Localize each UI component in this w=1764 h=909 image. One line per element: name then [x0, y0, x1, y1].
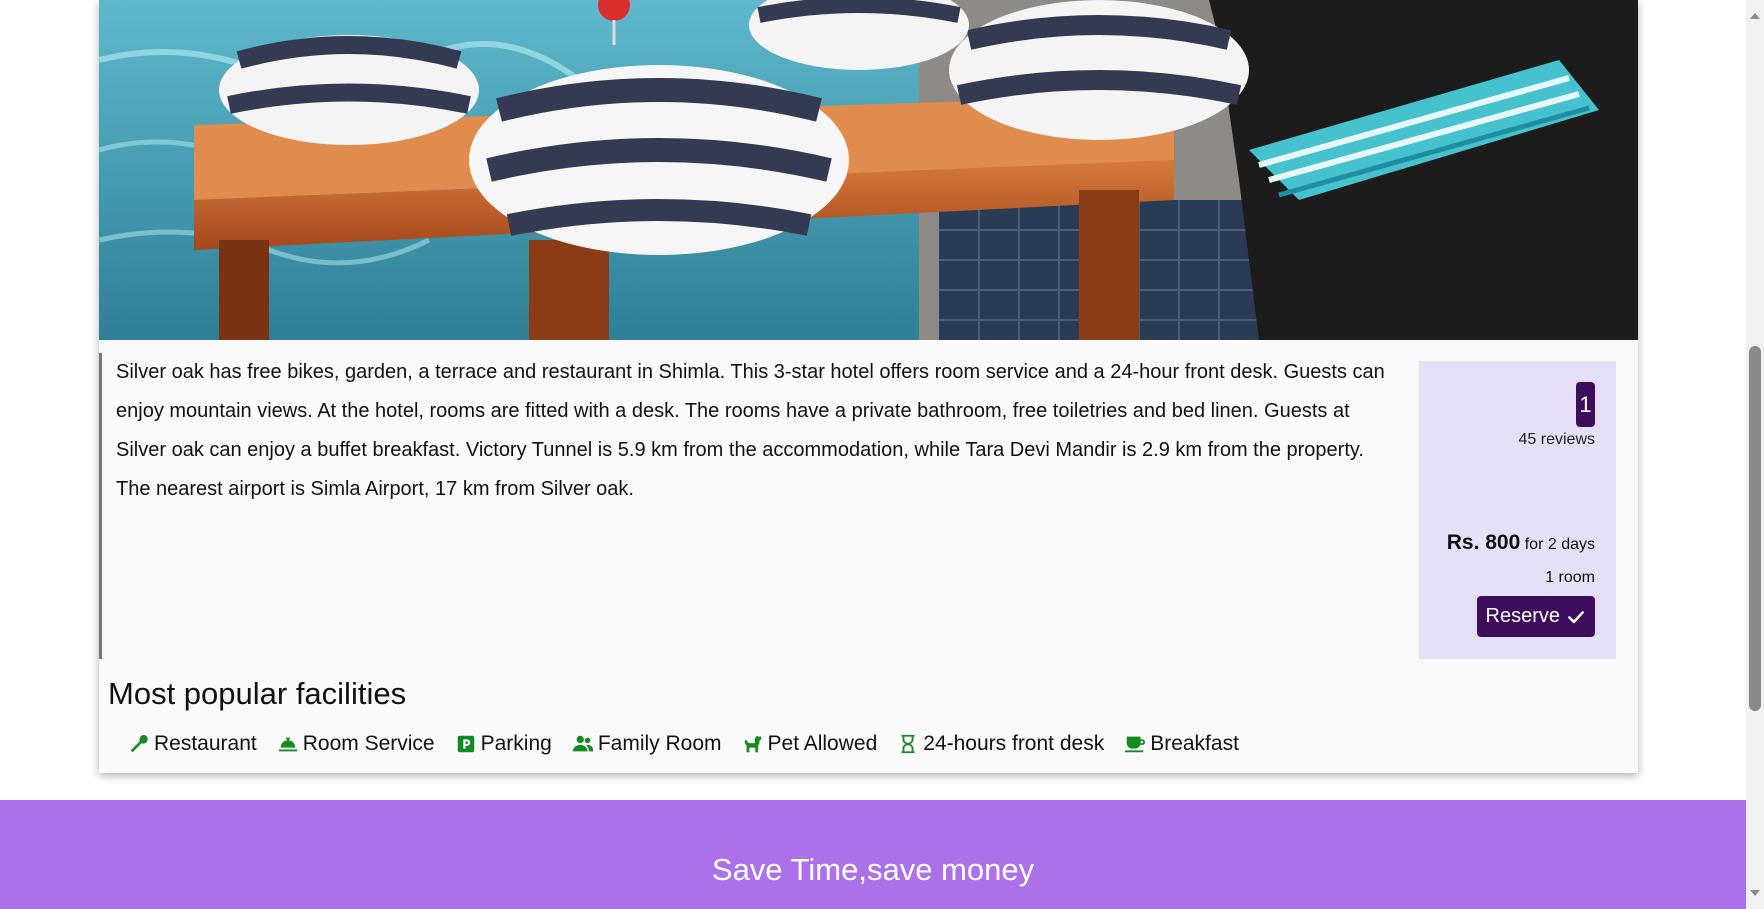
room-count: 1 room	[1545, 569, 1595, 586]
coffee-icon	[1125, 736, 1146, 753]
scroll-thumb[interactable]	[1749, 346, 1761, 711]
facility-label: Breakfast	[1150, 732, 1239, 755]
service-bell-icon	[278, 737, 297, 752]
poolside-towels-image	[99, 0, 1638, 340]
facility-breakfast: Breakfast	[1124, 732, 1239, 756]
users-icon	[572, 735, 593, 752]
scroll-down-arrow-icon[interactable]	[1750, 890, 1760, 896]
review-score-badge: 1	[1576, 382, 1595, 427]
facilities-list: Restaurant Room Service Parking Family R…	[128, 732, 1239, 756]
facility-family-room: Family Room	[572, 732, 722, 756]
facilities-heading: Most popular facilities	[108, 676, 407, 711]
utensil-icon	[130, 734, 148, 753]
scroll-up-arrow-icon[interactable]	[1750, 13, 1760, 19]
hourglass-icon	[901, 734, 915, 754]
price-line: Rs. 800 for 2 days	[1447, 531, 1595, 555]
price-period: for 2 days	[1524, 536, 1595, 553]
price: Rs. 800	[1446, 531, 1521, 554]
hotel-photo	[99, 0, 1638, 340]
facility-label: 24-hours front desk	[923, 732, 1105, 755]
footer-title: Save Time,save money	[711, 852, 1035, 887]
footer-banner: Save Time,save money	[0, 800, 1746, 909]
facility-label: Pet Allowed	[767, 732, 878, 755]
reserve-button[interactable]: Reserve	[1476, 596, 1595, 637]
parking-icon	[457, 735, 474, 753]
check-icon	[1568, 610, 1584, 623]
facility-label: Family Room	[597, 732, 722, 755]
review-count: 45 reviews	[1518, 431, 1595, 448]
booking-panel: 1 45 reviews Rs. 800 for 2 days 1 room R…	[1419, 361, 1616, 659]
facility-label: Room Service	[302, 732, 435, 755]
facility-label: Restaurant	[154, 732, 257, 755]
hotel-description: Silver oak has free bikes, garden, a ter…	[99, 353, 1409, 659]
dog-icon	[744, 735, 761, 753]
facility-parking: Parking	[455, 732, 552, 756]
facility-room-service: Room Service	[277, 732, 435, 756]
hotel-card: Silver oak has free bikes, garden, a ter…	[99, 0, 1638, 773]
page-scrollbar[interactable]	[1746, 0, 1764, 909]
facility-restaurant: Restaurant	[128, 732, 257, 756]
facility-front-desk: 24-hours front desk	[897, 732, 1104, 756]
reserve-button-label: Reserve	[1485, 605, 1560, 627]
facility-pet-allowed: Pet Allowed	[742, 732, 878, 756]
facility-label: Parking	[480, 732, 552, 755]
